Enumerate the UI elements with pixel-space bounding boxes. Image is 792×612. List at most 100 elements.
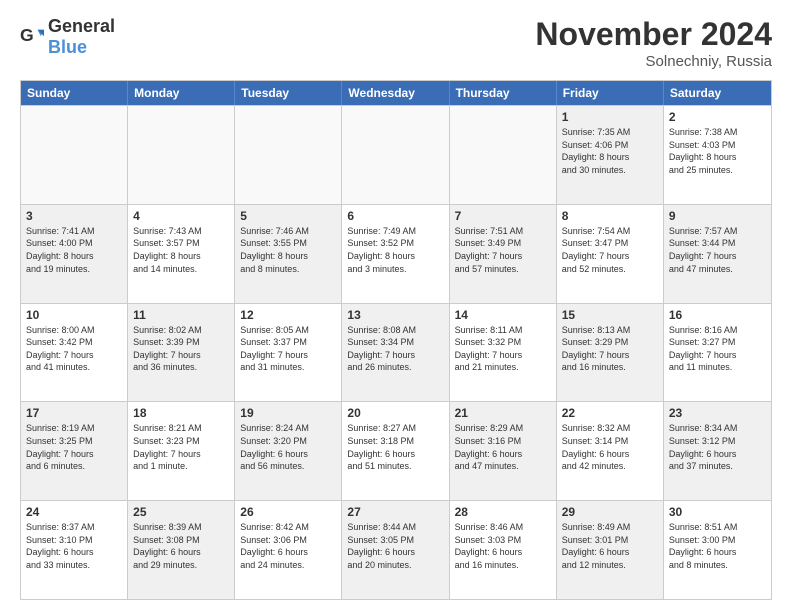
cell-w1-d5: [450, 106, 557, 204]
day-info: Sunrise: 7:46 AM Sunset: 3:55 PM Dayligh…: [240, 225, 336, 275]
cell-w3-d7: 16 Sunrise: 8:16 AM Sunset: 3:27 PM Dayli…: [664, 304, 771, 402]
day-info: Sunrise: 8:05 AM Sunset: 3:37 PM Dayligh…: [240, 324, 336, 374]
logo-blue: Blue: [48, 37, 87, 57]
day-info: Sunrise: 8:21 AM Sunset: 3:23 PM Dayligh…: [133, 422, 229, 472]
day-info: Sunrise: 8:42 AM Sunset: 3:06 PM Dayligh…: [240, 521, 336, 571]
cell-w3-d3: 12 Sunrise: 8:05 AM Sunset: 3:37 PM Dayli…: [235, 304, 342, 402]
cell-w2-d4: 6 Sunrise: 7:49 AM Sunset: 3:52 PM Daylig…: [342, 205, 449, 303]
cell-w2-d7: 9 Sunrise: 7:57 AM Sunset: 3:44 PM Daylig…: [664, 205, 771, 303]
cell-w4-d6: 22Sunrise: 8:32 AM Sunset: 3:14 PM Dayli…: [557, 402, 664, 500]
day-info: Sunrise: 8:49 AM Sunset: 3:01 PM Dayligh…: [562, 521, 658, 571]
location: Solnechniy, Russia: [535, 53, 772, 70]
day-number: 15: [562, 308, 658, 322]
cell-w3-d6: 15 Sunrise: 8:13 AM Sunset: 3:29 PM Dayli…: [557, 304, 664, 402]
day-number: 11: [133, 308, 229, 322]
day-info: Sunrise: 8:51 AM Sunset: 3:00 PM Dayligh…: [669, 521, 766, 571]
cell-w3-d2: 11Sunrise: 8:02 AM Sunset: 3:39 PM Dayli…: [128, 304, 235, 402]
day-number: 18: [133, 406, 229, 420]
cell-w5-d5: 28 Sunrise: 8:46 AM Sunset: 3:03 PM Dayli…: [450, 501, 557, 599]
day-number: 8: [562, 209, 658, 223]
day-number: 30: [669, 505, 766, 519]
day-number: 27: [347, 505, 443, 519]
cell-w5-d3: 26 Sunrise: 8:42 AM Sunset: 3:06 PM Dayli…: [235, 501, 342, 599]
cell-w5-d6: 29 Sunrise: 8:49 AM Sunset: 3:01 PM Dayli…: [557, 501, 664, 599]
logo-icon: G: [20, 25, 44, 49]
day-number: 7: [455, 209, 551, 223]
cell-w1-d7: 2 Sunrise: 7:38 AM Sunset: 4:03 PM Daylig…: [664, 106, 771, 204]
week-1: 1Sunrise: 7:35 AM Sunset: 4:06 PM Daylig…: [21, 105, 771, 204]
day-number: 12: [240, 308, 336, 322]
week-3: 10 Sunrise: 8:00 AM Sunset: 3:42 PM Dayli…: [21, 303, 771, 402]
cell-w3-d1: 10 Sunrise: 8:00 AM Sunset: 3:42 PM Dayli…: [21, 304, 128, 402]
day-info: Sunrise: 8:16 AM Sunset: 3:27 PM Dayligh…: [669, 324, 766, 374]
cell-w4-d4: 20 Sunrise: 8:27 AM Sunset: 3:18 PM Dayli…: [342, 402, 449, 500]
day-info: Sunrise: 8:27 AM Sunset: 3:18 PM Dayligh…: [347, 422, 443, 472]
week-4: 17 Sunrise: 8:19 AM Sunset: 3:25 PM Dayli…: [21, 401, 771, 500]
header: G General Blue November 2024 Solnechniy,…: [20, 16, 772, 70]
svg-text:G: G: [20, 25, 34, 45]
cell-w3-d4: 13Sunrise: 8:08 AM Sunset: 3:34 PM Dayli…: [342, 304, 449, 402]
cell-w2-d6: 8 Sunrise: 7:54 AM Sunset: 3:47 PM Daylig…: [557, 205, 664, 303]
day-number: 29: [562, 505, 658, 519]
cell-w2-d2: 4Sunrise: 7:43 AM Sunset: 3:57 PM Daylig…: [128, 205, 235, 303]
cell-w5-d2: 25 Sunrise: 8:39 AM Sunset: 3:08 PM Dayli…: [128, 501, 235, 599]
day-number: 23: [669, 406, 766, 420]
page: G General Blue November 2024 Solnechniy,…: [0, 0, 792, 612]
day-number: 3: [26, 209, 122, 223]
day-number: 1: [562, 110, 658, 124]
day-number: 10: [26, 308, 122, 322]
col-monday: Monday: [128, 81, 235, 105]
col-saturday: Saturday: [664, 81, 771, 105]
day-info: Sunrise: 7:54 AM Sunset: 3:47 PM Dayligh…: [562, 225, 658, 275]
day-info: Sunrise: 8:19 AM Sunset: 3:25 PM Dayligh…: [26, 422, 122, 472]
week-2: 3 Sunrise: 7:41 AM Sunset: 4:00 PM Daylig…: [21, 204, 771, 303]
day-info: Sunrise: 7:51 AM Sunset: 3:49 PM Dayligh…: [455, 225, 551, 275]
cell-w4-d3: 19Sunrise: 8:24 AM Sunset: 3:20 PM Dayli…: [235, 402, 342, 500]
day-info: Sunrise: 7:57 AM Sunset: 3:44 PM Dayligh…: [669, 225, 766, 275]
cell-w2-d5: 7 Sunrise: 7:51 AM Sunset: 3:49 PM Daylig…: [450, 205, 557, 303]
logo: G General Blue: [20, 16, 115, 58]
cell-w4-d7: 23 Sunrise: 8:34 AM Sunset: 3:12 PM Dayli…: [664, 402, 771, 500]
day-number: 17: [26, 406, 122, 420]
day-info: Sunrise: 8:37 AM Sunset: 3:10 PM Dayligh…: [26, 521, 122, 571]
cell-w2-d1: 3 Sunrise: 7:41 AM Sunset: 4:00 PM Daylig…: [21, 205, 128, 303]
day-info: Sunrise: 8:34 AM Sunset: 3:12 PM Dayligh…: [669, 422, 766, 472]
calendar: Sunday Monday Tuesday Wednesday Thursday…: [20, 80, 772, 600]
day-info: Sunrise: 8:46 AM Sunset: 3:03 PM Dayligh…: [455, 521, 551, 571]
cell-w1-d3: [235, 106, 342, 204]
cell-w1-d4: [342, 106, 449, 204]
calendar-body: 1Sunrise: 7:35 AM Sunset: 4:06 PM Daylig…: [21, 105, 771, 599]
cell-w1-d2: [128, 106, 235, 204]
cell-w1-d6: 1Sunrise: 7:35 AM Sunset: 4:06 PM Daylig…: [557, 106, 664, 204]
cell-w3-d5: 14Sunrise: 8:11 AM Sunset: 3:32 PM Dayli…: [450, 304, 557, 402]
day-number: 9: [669, 209, 766, 223]
day-info: Sunrise: 8:08 AM Sunset: 3:34 PM Dayligh…: [347, 324, 443, 374]
cell-w5-d1: 24 Sunrise: 8:37 AM Sunset: 3:10 PM Dayli…: [21, 501, 128, 599]
cell-w2-d3: 5 Sunrise: 7:46 AM Sunset: 3:55 PM Daylig…: [235, 205, 342, 303]
day-number: 2: [669, 110, 766, 124]
day-info: Sunrise: 8:13 AM Sunset: 3:29 PM Dayligh…: [562, 324, 658, 374]
day-number: 5: [240, 209, 336, 223]
day-number: 16: [669, 308, 766, 322]
day-number: 25: [133, 505, 229, 519]
day-number: 6: [347, 209, 443, 223]
day-number: 19: [240, 406, 336, 420]
cell-w4-d2: 18 Sunrise: 8:21 AM Sunset: 3:23 PM Dayli…: [128, 402, 235, 500]
day-info: Sunrise: 7:49 AM Sunset: 3:52 PM Dayligh…: [347, 225, 443, 275]
cell-w5-d7: 30 Sunrise: 8:51 AM Sunset: 3:00 PM Dayli…: [664, 501, 771, 599]
day-info: Sunrise: 8:00 AM Sunset: 3:42 PM Dayligh…: [26, 324, 122, 374]
day-info: Sunrise: 7:38 AM Sunset: 4:03 PM Dayligh…: [669, 126, 766, 176]
col-tuesday: Tuesday: [235, 81, 342, 105]
day-info: Sunrise: 8:32 AM Sunset: 3:14 PM Dayligh…: [562, 422, 658, 472]
calendar-header: Sunday Monday Tuesday Wednesday Thursday…: [21, 81, 771, 105]
day-number: 24: [26, 505, 122, 519]
day-info: Sunrise: 8:39 AM Sunset: 3:08 PM Dayligh…: [133, 521, 229, 571]
col-wednesday: Wednesday: [342, 81, 449, 105]
day-info: Sunrise: 7:41 AM Sunset: 4:00 PM Dayligh…: [26, 225, 122, 275]
col-thursday: Thursday: [450, 81, 557, 105]
cell-w1-d1: [21, 106, 128, 204]
day-number: 28: [455, 505, 551, 519]
month-title: November 2024: [535, 16, 772, 53]
day-number: 26: [240, 505, 336, 519]
day-number: 20: [347, 406, 443, 420]
